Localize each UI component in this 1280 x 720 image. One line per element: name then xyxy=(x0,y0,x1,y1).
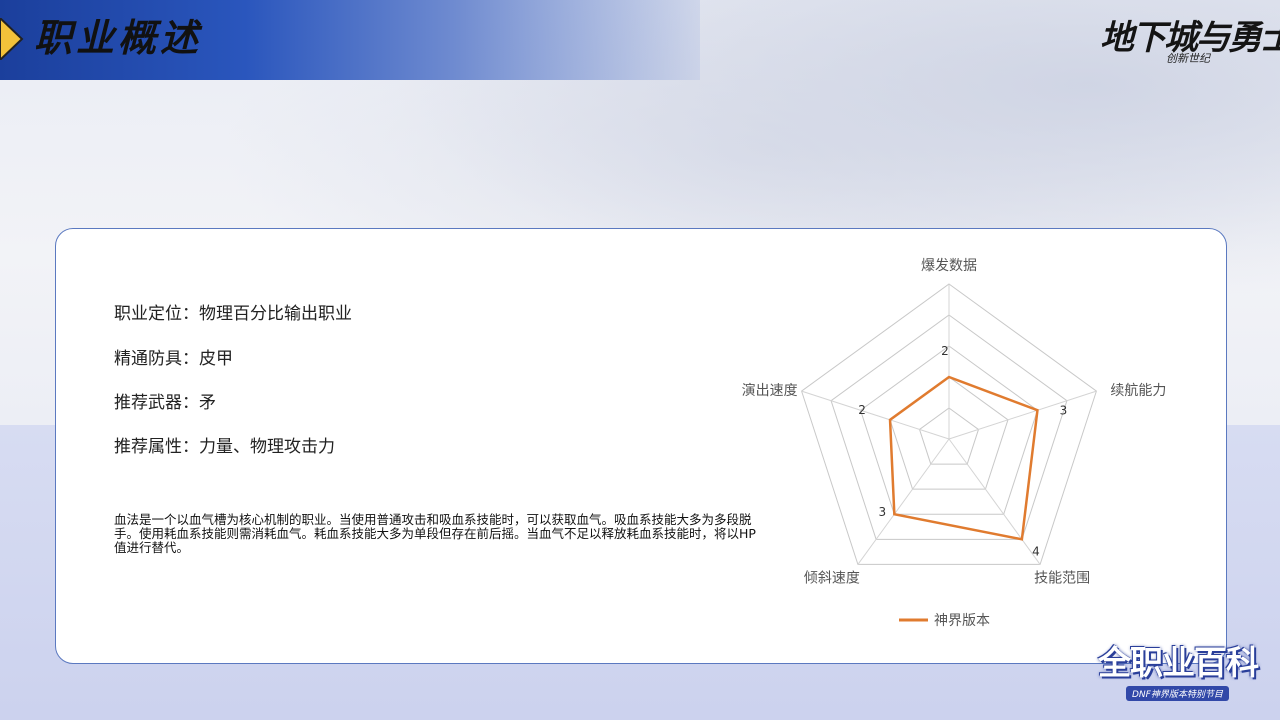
radar-value-label: 3 xyxy=(1060,403,1068,417)
page-title: 职业概述 xyxy=(34,16,203,60)
title-banner: 职业概述 xyxy=(0,0,700,80)
radar-axis-label: 技能范围 xyxy=(1034,569,1090,586)
radar-value-label: 2 xyxy=(858,403,866,417)
radar-spoke xyxy=(801,390,950,440)
info-row-armor: 精通防具：皮甲 xyxy=(114,344,233,369)
event-logo: 全职业百科 DNF神界版本特别节目 xyxy=(1098,630,1270,712)
event-logo-subtext: DNF神界版本特别节目 xyxy=(1126,686,1229,701)
info-label: 职业定位： xyxy=(114,304,199,324)
radar-axis-label: 演出速度 xyxy=(742,383,798,399)
radar-value-label: 3 xyxy=(879,505,887,519)
class-overview-panel: 职业定位：物理百分比输出职业 精通防具：皮甲 推荐武器：矛 推荐属性：力量、物理… xyxy=(55,228,1227,664)
info-label: 推荐属性： xyxy=(114,437,199,457)
radar-axis-label: 爆发数据 xyxy=(921,258,977,274)
chevron-right-icon xyxy=(0,18,24,60)
radar-axis-label: 续航能力 xyxy=(1110,382,1166,399)
game-logo-subtext: 创新世纪 xyxy=(1166,52,1210,65)
radar-axis-label: 倾斜速度 xyxy=(804,570,860,586)
info-row-weapon: 推荐武器：矛 xyxy=(114,388,216,413)
radar-value-label: 2 xyxy=(941,344,949,358)
info-value: 物理百分比输出职业 xyxy=(199,304,352,324)
info-label: 精通防具： xyxy=(114,349,199,369)
radar-spoke xyxy=(948,390,1097,440)
class-description: 血法是一个以血气槽为核心机制的职业。当使用普通攻击和吸血系技能时，可以获取血气。… xyxy=(114,512,756,555)
radar-series-line xyxy=(888,375,1039,541)
radar-chart: 爆发数据续航能力技能范围 倾斜速度 演出速度 2 3 4 3 2 神界版本 xyxy=(742,258,1166,629)
game-logo: 地下城与勇士 创新世纪 xyxy=(1100,6,1280,76)
legend-label: 神界版本 xyxy=(934,613,990,629)
info-label: 推荐武器： xyxy=(114,393,199,413)
info-value: 皮甲 xyxy=(199,349,233,369)
radar-value-label: 4 xyxy=(1032,544,1040,558)
info-value: 力量、物理攻击力 xyxy=(199,437,335,457)
event-logo-text: 全职业百科 xyxy=(1098,643,1259,682)
info-row-role: 职业定位：物理百分比输出职业 xyxy=(114,299,352,324)
info-value: 矛 xyxy=(199,393,216,413)
radar-spoke xyxy=(857,438,950,565)
info-row-stats: 推荐属性：力量、物理攻击力 xyxy=(114,432,335,457)
